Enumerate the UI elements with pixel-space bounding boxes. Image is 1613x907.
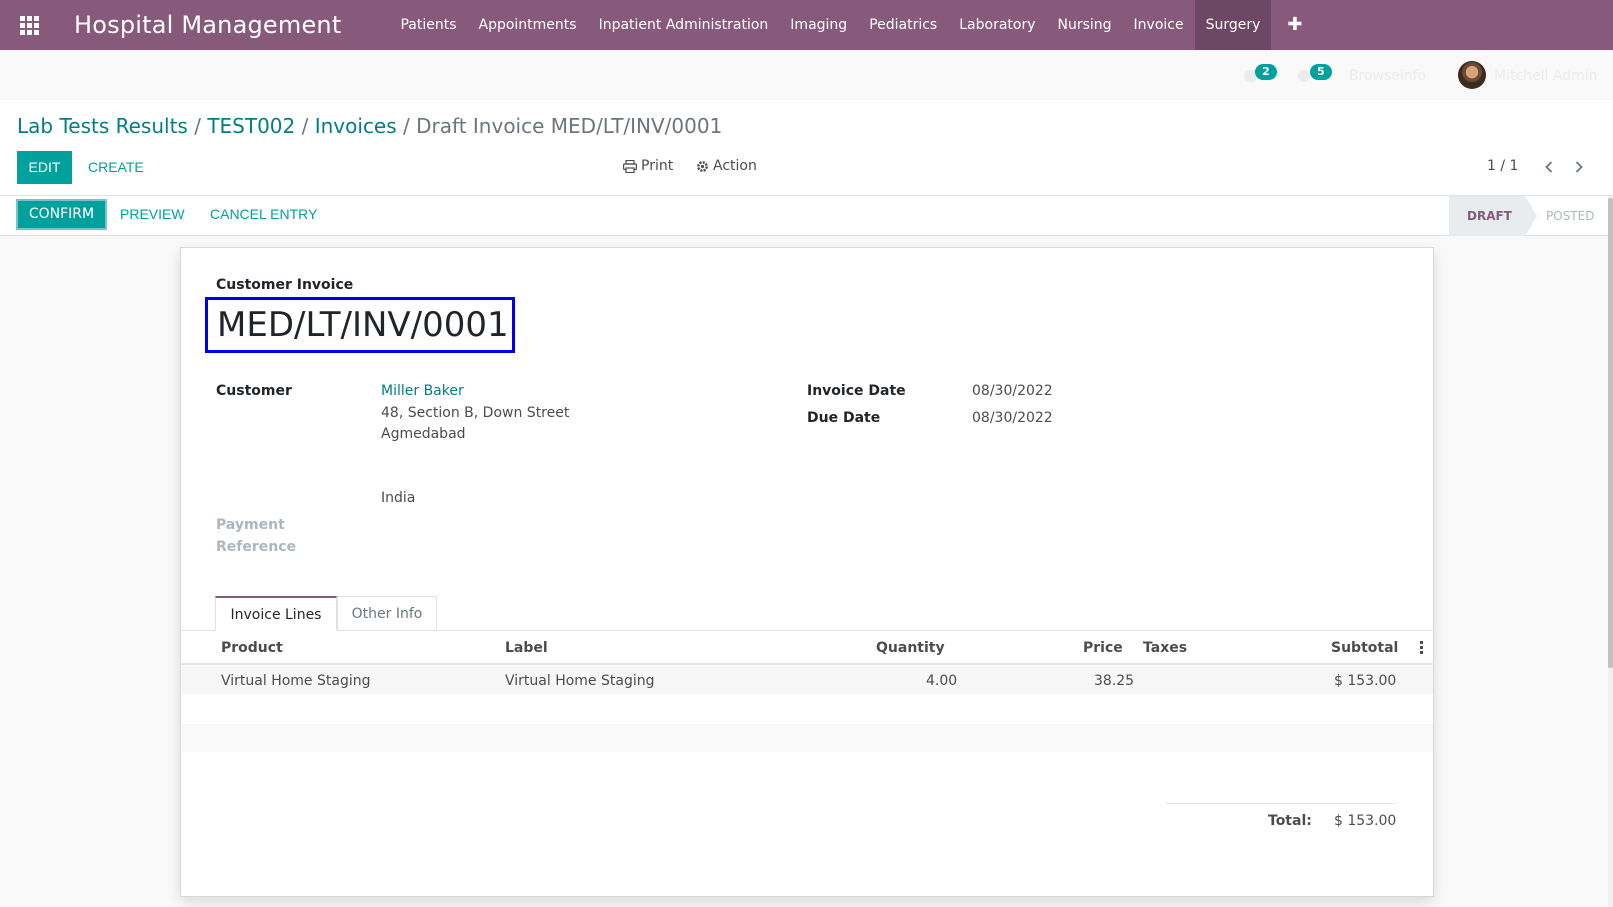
action-label: Action bbox=[713, 158, 757, 174]
empty-table-row bbox=[181, 724, 1433, 752]
main-menu: Patients Appointments Inpatient Administ… bbox=[389, 0, 1272, 50]
pager-previous-button[interactable] bbox=[1540, 156, 1558, 178]
tab-other-info[interactable]: Other Info bbox=[337, 596, 437, 631]
breadcrumb-current: Draft Invoice MED/LT/INV/0001 bbox=[416, 114, 723, 138]
table-header-divider bbox=[180, 663, 1434, 665]
company-switcher[interactable]: Browseinfo bbox=[1349, 68, 1426, 84]
invoice-date-value: 08/30/2022 bbox=[972, 383, 1053, 399]
line-product-cell[interactable]: Virtual Home Staging bbox=[221, 673, 370, 689]
breadcrumb-lab-tests-results[interactable]: Lab Tests Results bbox=[17, 114, 188, 138]
column-header-subtotal[interactable]: Subtotal bbox=[1331, 640, 1398, 656]
messages-badge[interactable]: 2 bbox=[1255, 64, 1277, 80]
add-menu-icon[interactable]: ✚ bbox=[1271, 0, 1318, 50]
print-icon bbox=[623, 159, 637, 173]
pager-next-button[interactable] bbox=[1570, 156, 1588, 178]
activities-badge[interactable]: 5 bbox=[1310, 64, 1332, 80]
payment-reference-label: Payment Reference bbox=[216, 514, 296, 558]
breadcrumb-separator: / bbox=[301, 114, 309, 138]
menu-item-pediatrics[interactable]: Pediatrics bbox=[858, 0, 948, 50]
customer-country: India bbox=[381, 490, 416, 506]
activity-clock-icon[interactable] bbox=[1298, 70, 1310, 82]
line-quantity-cell[interactable]: 4.00 bbox=[926, 673, 957, 689]
preview-button[interactable]: PREVIEW bbox=[120, 199, 185, 230]
menu-item-patients[interactable]: Patients bbox=[389, 0, 467, 50]
stage-posted: POSTED bbox=[1546, 209, 1595, 223]
user-avatar[interactable] bbox=[1458, 61, 1486, 89]
invoice-type-label: Customer Invoice bbox=[216, 277, 354, 293]
line-subtotal-cell[interactable]: $ 153.00 bbox=[1334, 673, 1396, 689]
apps-menu-icon[interactable] bbox=[0, 0, 58, 50]
stage-draft: DRAFT bbox=[1449, 196, 1537, 236]
action-dropdown[interactable]: Action bbox=[696, 158, 757, 174]
tab-invoice-lines[interactable]: Invoice Lines bbox=[215, 596, 337, 631]
line-price-cell[interactable]: 38.25 bbox=[1094, 673, 1134, 689]
edit-button[interactable]: EDIT bbox=[17, 151, 72, 184]
optional-columns-icon[interactable] bbox=[1420, 641, 1424, 654]
gear-icon bbox=[697, 160, 708, 172]
breadcrumb-separator: / bbox=[194, 114, 201, 138]
menu-item-laboratory[interactable]: Laboratory bbox=[948, 0, 1046, 50]
column-header-quantity[interactable]: Quantity bbox=[876, 640, 945, 656]
breadcrumb: Lab Tests Results / TEST002 / Invoices /… bbox=[17, 114, 722, 138]
payment-reference-label-line2: Reference bbox=[216, 539, 297, 555]
menu-item-invoice[interactable]: Invoice bbox=[1123, 0, 1195, 50]
pager-value[interactable]: 1 / 1 bbox=[1487, 158, 1518, 174]
chevron-right-icon bbox=[1575, 161, 1583, 173]
menu-item-surgery[interactable]: Surgery bbox=[1194, 0, 1272, 50]
user-menu[interactable]: Mitchell Admin bbox=[1494, 68, 1598, 84]
column-header-label[interactable]: Label bbox=[505, 640, 548, 656]
due-date-label: Due Date bbox=[807, 410, 881, 426]
totals-divider bbox=[1166, 803, 1395, 804]
cancel-entry-button[interactable]: CANCEL ENTRY bbox=[210, 199, 317, 230]
line-label-cell[interactable]: Virtual Home Staging bbox=[505, 673, 654, 689]
print-dropdown[interactable]: Print bbox=[623, 158, 673, 174]
app-title[interactable]: Hospital Management bbox=[74, 11, 341, 39]
total-value: $ 153.00 bbox=[1334, 813, 1397, 829]
menu-item-imaging[interactable]: Imaging bbox=[779, 0, 858, 50]
column-header-price[interactable]: Price bbox=[1083, 640, 1123, 656]
column-header-product[interactable]: Product bbox=[221, 640, 283, 656]
invoice-date-label: Invoice Date bbox=[807, 383, 906, 399]
breadcrumb-test002[interactable]: TEST002 bbox=[207, 114, 295, 138]
menu-item-appointments[interactable]: Appointments bbox=[468, 0, 588, 50]
breadcrumb-separator: / bbox=[403, 114, 410, 138]
scrollbar-thumb[interactable] bbox=[1608, 198, 1613, 668]
create-button[interactable]: CREATE bbox=[88, 151, 144, 184]
customer-address-line1: 48, Section B, Down Street bbox=[381, 405, 570, 421]
breadcrumb-invoices[interactable]: Invoices bbox=[315, 114, 397, 138]
print-label: Print bbox=[641, 158, 674, 174]
menu-item-inpatient-administration[interactable]: Inpatient Administration bbox=[588, 0, 780, 50]
customer-label: Customer bbox=[216, 383, 292, 399]
customer-link[interactable]: Miller Baker bbox=[381, 383, 464, 399]
chevron-left-icon bbox=[1545, 161, 1553, 173]
column-header-taxes[interactable]: Taxes bbox=[1143, 640, 1187, 656]
invoice-number-title: MED/LT/INV/0001 bbox=[205, 297, 515, 353]
total-label: Total: bbox=[1268, 813, 1312, 829]
due-date-value: 08/30/2022 bbox=[972, 410, 1053, 426]
confirm-button[interactable]: CONFIRM bbox=[16, 199, 107, 230]
menu-item-nursing[interactable]: Nursing bbox=[1047, 0, 1123, 50]
payment-reference-label-line1: Payment bbox=[216, 517, 285, 533]
top-navbar: Hospital Management Patients Appointment… bbox=[0, 0, 1613, 50]
customer-address-line2: Agmedabad bbox=[381, 426, 466, 442]
